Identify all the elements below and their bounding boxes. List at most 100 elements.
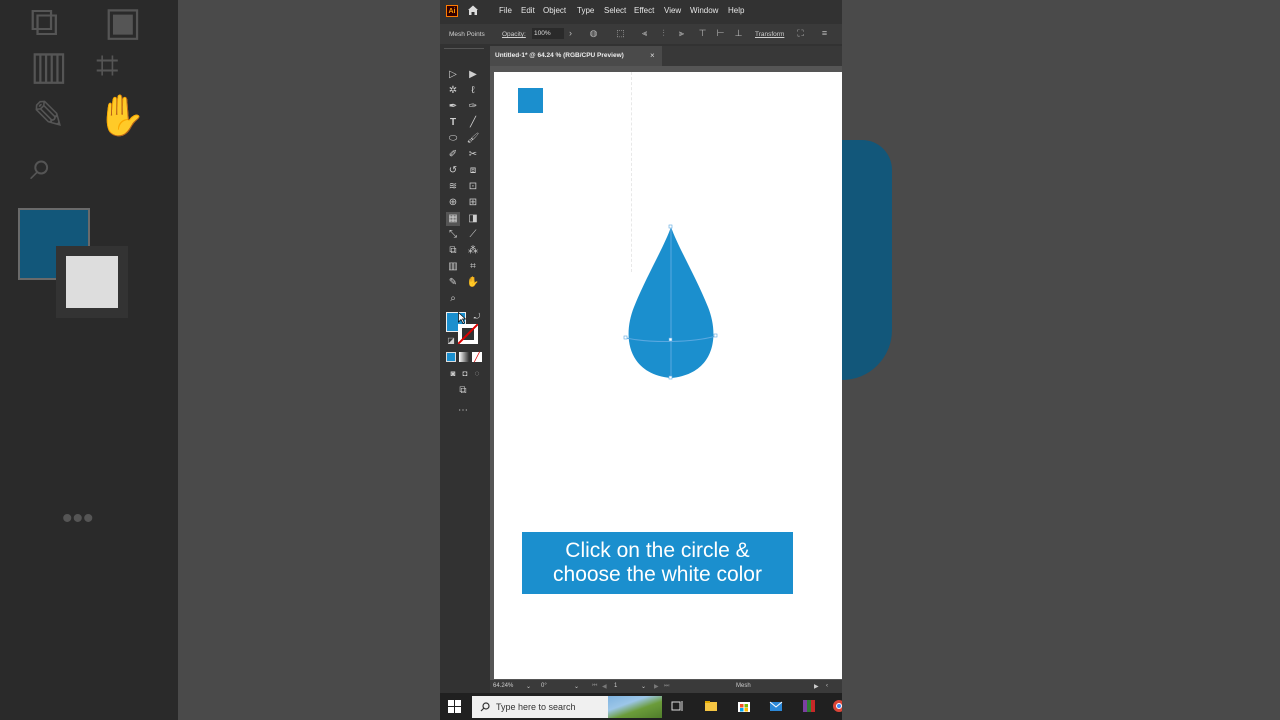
align-middle-icon[interactable]: ⊢ <box>716 29 725 38</box>
current-tool-name: Mesh <box>736 683 751 689</box>
perspective-grid-tool-icon[interactable]: ⊞ <box>466 196 480 210</box>
illustrator-window: Ai File Edit Object Type Select Effect V… <box>440 0 842 720</box>
mesh-tool-icon[interactable]: ▦ <box>446 212 460 226</box>
align-left-icon[interactable]: ⫷ <box>640 29 649 38</box>
windows-start-icon[interactable] <box>448 700 461 713</box>
bg-layers-icon: ⧉ <box>30 0 59 44</box>
transform-options-icon[interactable]: ⬚ <box>616 29 625 38</box>
panel-menu-icon[interactable]: ≡ <box>820 29 829 38</box>
chrome-icon[interactable] <box>832 699 842 713</box>
bg-stroke-swatch <box>56 246 128 318</box>
taskbar-search-box[interactable]: Type here to search <box>472 696 662 718</box>
swap-colors-icon[interactable]: ⤾ <box>470 310 484 324</box>
winrar-icon[interactable] <box>802 699 816 713</box>
align-bottom-icon[interactable]: ⊥ <box>734 29 743 38</box>
menu-object[interactable]: Object <box>543 6 566 15</box>
artboard[interactable]: Click on the circle & choose the white c… <box>494 72 842 679</box>
paintbrush-tool-icon[interactable]: 🖌 <box>466 132 480 146</box>
opacity-field[interactable]: 100% <box>532 28 564 39</box>
prev-artboard-icon[interactable]: ◀ <box>602 683 607 690</box>
line-tool-icon[interactable]: ╱ <box>466 116 480 130</box>
document-tab[interactable]: Untitled-1* @ 64.24 % (RGB/CPU Preview) … <box>490 46 662 66</box>
file-explorer-icon[interactable] <box>704 699 718 713</box>
canvas-area[interactable]: Click on the circle & choose the white c… <box>490 66 842 680</box>
bg-zoom-icon: ⌕ <box>30 144 53 188</box>
gradient-tool-icon[interactable]: ◨ <box>466 212 480 226</box>
transform-button[interactable]: Transform <box>755 31 784 38</box>
menu-edit[interactable]: Edit <box>521 6 535 15</box>
bg-chart-icon: ▥ <box>30 44 68 88</box>
menu-window[interactable]: Window <box>690 6 718 15</box>
stroke-swatch[interactable] <box>458 324 478 344</box>
menu-type[interactable]: Type <box>577 6 594 15</box>
zoom-dropdown-icon[interactable]: ⌄ <box>526 683 531 690</box>
isolate-icon[interactable]: ⛶ <box>796 29 805 38</box>
zoom-level[interactable]: 64.24% <box>493 683 513 689</box>
blue-square-shape[interactable] <box>518 88 543 113</box>
gradient-mode-icon[interactable] <box>459 352 469 362</box>
first-artboard-icon[interactable]: ⏮ <box>592 683 597 690</box>
background-panel-right <box>842 0 1280 720</box>
microsoft-store-icon[interactable] <box>737 699 751 713</box>
task-view-icon[interactable] <box>670 699 684 713</box>
rotate-tool-icon[interactable]: ↺ <box>446 164 460 178</box>
none-mode-icon[interactable]: ╱ <box>472 352 482 362</box>
menu-help[interactable]: Help <box>728 6 744 15</box>
warp-tool-icon[interactable]: ≋ <box>446 180 460 194</box>
shaper-tool-icon[interactable]: ✐ <box>446 148 460 162</box>
bg-drop-shape <box>842 140 892 380</box>
zoom-tool-icon[interactable]: ⌕ <box>446 292 460 306</box>
search-placeholder: Type here to search <box>496 702 576 712</box>
graph-tool-icon[interactable]: ▥ <box>446 260 460 274</box>
recolor-icon[interactable]: ◍ <box>589 29 598 38</box>
toolbar-grip[interactable] <box>444 48 484 53</box>
water-drop-shape[interactable] <box>620 222 730 382</box>
align-right-icon[interactable]: ⫸ <box>677 29 686 38</box>
draw-inside-icon[interactable]: ◌ <box>470 367 484 381</box>
close-tab-icon[interactable]: × <box>650 51 655 60</box>
ellipse-tool-icon[interactable]: ⬭ <box>446 132 460 146</box>
symbol-sprayer-tool-icon[interactable]: ⁂ <box>466 244 480 258</box>
artboard-tool-icon[interactable]: ⌗ <box>466 260 480 274</box>
menu-file[interactable]: File <box>499 6 512 15</box>
menu-view[interactable]: View <box>664 6 681 15</box>
scissors-tool-icon[interactable]: ✂ <box>466 148 480 162</box>
slice-tool-icon[interactable]: ✎ <box>446 276 460 290</box>
last-artboard-icon[interactable]: ⏭ <box>664 683 669 690</box>
home-icon[interactable] <box>466 3 480 17</box>
screen-mode-icon[interactable]: ⧉ <box>456 384 470 398</box>
blend-tool-icon[interactable]: ⧉ <box>446 244 460 258</box>
mouse-cursor-icon <box>458 312 466 324</box>
artboard-dropdown-icon[interactable]: ⌄ <box>641 683 646 690</box>
menu-select[interactable]: Select <box>604 6 626 15</box>
magic-wand-tool-icon[interactable]: ✲ <box>446 84 460 98</box>
curvature-tool-icon[interactable]: ✑ <box>466 100 480 114</box>
rotation-dropdown-icon[interactable]: ⌄ <box>574 683 579 690</box>
measure-tool-icon[interactable]: ⟋ <box>466 228 480 242</box>
edit-toolbar-icon[interactable]: ⋯ <box>456 404 470 418</box>
scale-tool-icon[interactable]: ⧈ <box>466 164 480 178</box>
rotation-value[interactable]: 0° <box>541 683 547 689</box>
menu-effect[interactable]: Effect <box>634 6 654 15</box>
next-artboard-icon[interactable]: ▶ <box>654 683 659 690</box>
direct-selection-tool-icon[interactable]: ▶ <box>466 68 480 82</box>
opacity-arrow-icon[interactable]: › <box>566 29 575 38</box>
caption-line-1: Click on the circle & <box>565 539 750 562</box>
status-scroll-icon[interactable]: ‹ <box>826 683 828 689</box>
pen-tool-icon[interactable]: ✒ <box>446 100 460 114</box>
artboard-number[interactable]: 1 <box>614 683 617 689</box>
shape-builder-tool-icon[interactable]: ⊕ <box>446 196 460 210</box>
selection-tool-icon[interactable]: ▷ <box>446 68 460 82</box>
tools-panel: ▷ ▶ ✲ ℓ ✒ ✑ T ╱ ⬭ 🖌 ✐ ✂ ↺ ⧈ ≋ ⊡ ⊕ ⊞ ▦ ◨ … <box>442 46 486 686</box>
type-tool-icon[interactable]: T <box>446 116 460 130</box>
align-center-icon[interactable]: ⫶ <box>659 29 668 38</box>
mail-icon[interactable] <box>769 699 783 713</box>
hand-tool-icon[interactable]: ✋ <box>466 276 480 290</box>
color-mode-icon[interactable] <box>446 352 456 362</box>
eyedropper-tool-icon[interactable]: ⤡ <box>446 228 460 242</box>
status-menu-icon[interactable]: ▶ <box>814 683 819 690</box>
lasso-tool-icon[interactable]: ℓ <box>466 84 480 98</box>
free-transform-tool-icon[interactable]: ⊡ <box>466 180 480 194</box>
default-colors-icon[interactable]: ◪ <box>444 334 458 348</box>
align-top-icon[interactable]: ⊤ <box>698 29 707 38</box>
